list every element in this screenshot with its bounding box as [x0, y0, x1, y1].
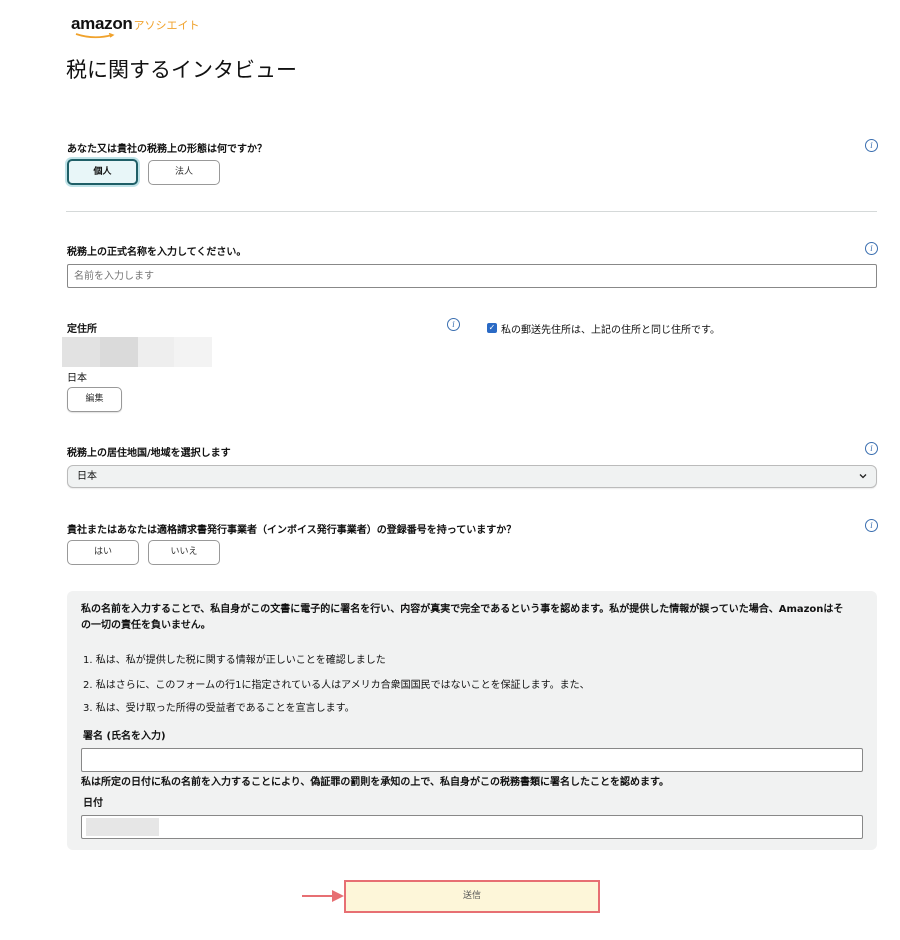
date-field[interactable] [81, 815, 863, 839]
redacted-date [86, 818, 159, 836]
logo-text: amazon [71, 14, 133, 33]
signature-note: 私は所定の日付に私の名前を入力することにより、偽証罪の罰則を承知の上で、私自身が… [81, 777, 669, 788]
amazon-associates-logo: amazonアソシエイト [71, 14, 200, 39]
edit-address-button[interactable]: 編集 [67, 387, 122, 412]
declaration-item: 3. 私は、受け取った所得の受益者であることを宣言します。 [83, 703, 355, 714]
signature-label: 署名 (氏名を入力) [83, 731, 166, 742]
no-option-button[interactable]: いいえ [148, 540, 220, 565]
checkbox-checked-icon[interactable]: ✓ [487, 323, 497, 333]
invoice-registration-label: 貴社またはあなたは適格請求書発行事業者（インボイス発行事業者）の登録番号を持って… [67, 525, 517, 536]
redacted-address [62, 337, 212, 367]
chevron-down-icon [859, 474, 867, 479]
arrow-right-icon [302, 890, 344, 902]
submit-button[interactable]: 送信 [344, 880, 600, 913]
declaration-panel: 私の名前を入力することで、私自身がこの文書に電子的に署名を行い、内容が真実で完全… [67, 591, 877, 850]
corporation-option-button[interactable]: 法人 [148, 160, 220, 185]
legal-name-label: 税務上の正式名称を入力してください。 [67, 247, 247, 258]
declaration-intro: 私の名前を入力することで、私自身がこの文書に電子的に署名を行い、内容が真実で完全… [81, 604, 844, 631]
declaration-item: 1. 私は、私が提供した税に関する情報が正しいことを確認しました [83, 655, 386, 666]
tax-residence-selected-value: 日本 [77, 471, 97, 482]
tax-classification-label: あなた又は貴社の税務上の形態は何ですか？ [67, 144, 267, 155]
logo-subtext: アソシエイト [133, 19, 200, 32]
page-title: 税に関するインタビュー [66, 58, 297, 82]
permanent-address-label: 定住所 [67, 324, 97, 335]
mailing-address-same-label[interactable]: 私の郵送先住所は、上記の住所と同じ住所です。 [501, 321, 720, 336]
individual-option-button[interactable]: 個人 [67, 159, 138, 185]
tax-residence-label: 税務上の居住地国/地域を選択します [67, 448, 231, 459]
info-icon[interactable]: i [865, 139, 878, 152]
info-icon[interactable]: i [865, 242, 878, 255]
tax-residence-select[interactable]: 日本 [67, 465, 877, 488]
signature-input[interactable] [81, 748, 863, 772]
date-label: 日付 [83, 798, 103, 809]
address-country: 日本 [67, 373, 87, 384]
legal-name-input[interactable] [67, 264, 877, 288]
yes-option-button[interactable]: はい [67, 540, 139, 565]
info-icon[interactable]: i [447, 318, 460, 331]
info-icon[interactable]: i [865, 442, 878, 455]
section-divider [66, 211, 877, 212]
info-icon[interactable]: i [865, 519, 878, 532]
logo-smile-icon [75, 33, 115, 39]
declaration-item: 2. 私はさらに、このフォームの行1に指定されている人はアメリカ合衆国国民ではな… [83, 680, 590, 691]
